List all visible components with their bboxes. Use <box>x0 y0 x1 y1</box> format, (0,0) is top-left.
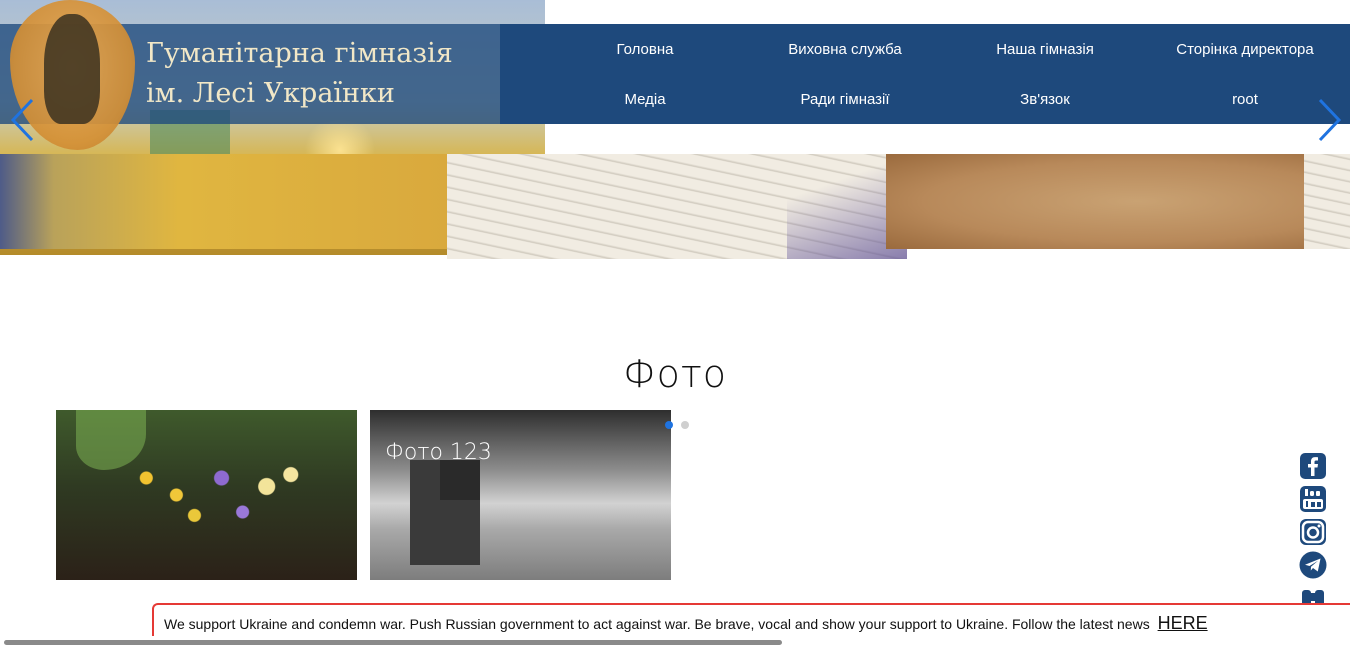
scrollbar-thumb[interactable] <box>4 640 782 645</box>
banner-message: We support Ukraine and condemn war. Push… <box>164 616 1150 632</box>
nav-item-education-service[interactable]: Виховна служба <box>745 24 945 74</box>
nav-item-media[interactable]: Медіа <box>545 74 745 124</box>
pagination-dot-2[interactable] <box>681 421 689 429</box>
slider-prev-button[interactable] <box>10 98 34 142</box>
youtube-icon <box>1300 486 1326 512</box>
photo-card-foto-123[interactable]: Фото 123 <box>370 410 671 580</box>
social-links <box>1299 452 1327 617</box>
nav-item-director-page[interactable]: Сторінка директора <box>1145 24 1345 74</box>
photo-pagination <box>665 421 689 429</box>
slide-image-music-sheets <box>447 154 907 259</box>
photo-card-caption: Фото 123 <box>385 440 492 465</box>
main-nav: Головна Виховна служба Наша гімназія Сто… <box>545 24 1350 124</box>
portrait-silhouette <box>44 14 100 124</box>
youtube-link[interactable] <box>1299 485 1327 513</box>
photo-leaves <box>76 410 146 470</box>
facebook-icon <box>1300 453 1326 479</box>
horizontal-scrollbar[interactable] <box>0 637 1350 648</box>
facebook-link[interactable] <box>1299 452 1327 480</box>
banner-here-link[interactable]: HERE <box>1158 613 1208 633</box>
nav-item-councils[interactable]: Ради гімназії <box>745 74 945 124</box>
nav-item-our-gymnasium[interactable]: Наша гімназія <box>945 24 1145 74</box>
photo-figure-head <box>440 460 480 500</box>
slide-image-music-edge <box>1304 154 1350 249</box>
ukraine-support-banner: We support Ukraine and condemn war. Push… <box>152 603 1350 636</box>
slider-next-button[interactable] <box>1318 98 1342 142</box>
instagram-link[interactable] <box>1299 518 1327 546</box>
site-title[interactable]: Гуманітарна гімназія ім. Лесі Українки <box>146 34 453 114</box>
pagination-dot-1[interactable] <box>665 421 673 429</box>
nav-item-home[interactable]: Головна <box>545 24 745 74</box>
chevron-left-icon <box>10 98 34 142</box>
photo-card-crocuses[interactable] <box>56 410 357 580</box>
telegram-icon <box>1299 551 1327 579</box>
site-title-line2: ім. Лесі Українки <box>146 78 395 109</box>
instagram-icon <box>1300 519 1326 545</box>
nav-item-contact[interactable]: Зв'язок <box>945 74 1145 124</box>
site-title-line1: Гуманітарна гімназія <box>146 38 453 69</box>
chevron-right-icon <box>1318 98 1342 142</box>
slide-image-parchment <box>886 154 1304 249</box>
nav-item-root[interactable]: root <box>1145 74 1345 124</box>
telegram-link[interactable] <box>1299 551 1327 579</box>
photo-section-title: Фото <box>622 352 728 396</box>
banner-text-container: We support Ukraine and condemn war. Push… <box>164 613 1208 634</box>
slide-image-wheat <box>0 154 447 249</box>
